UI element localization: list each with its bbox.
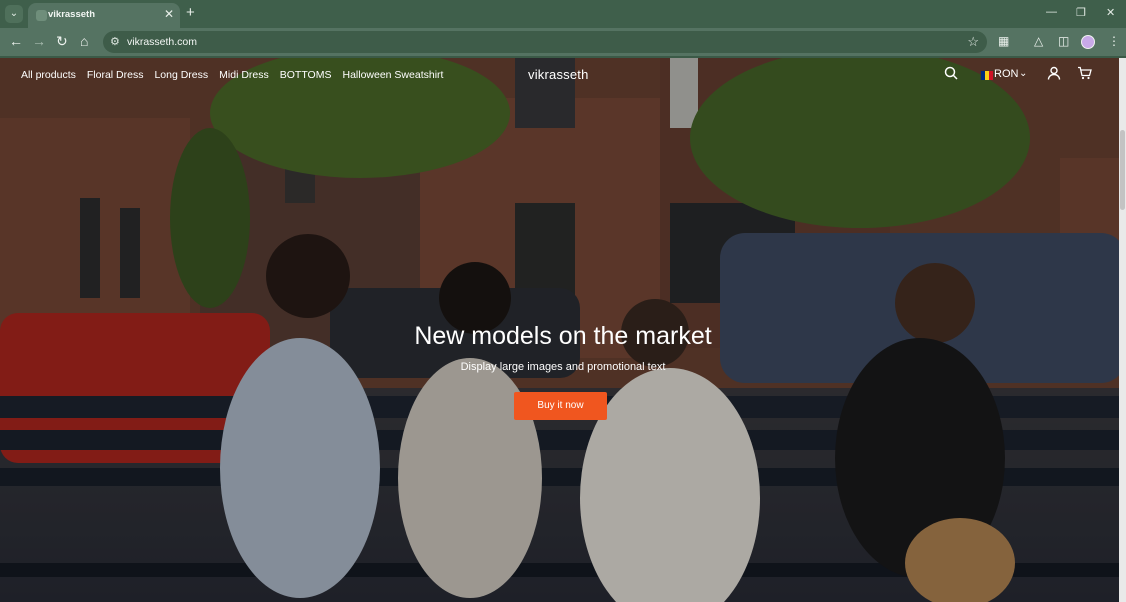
maximize-icon[interactable]: ❐ [1076,6,1086,19]
nav-link-halloween-sweatshirt[interactable]: Halloween Sweatshirt [342,69,443,81]
bookmark-star-icon[interactable]: ☆ [967,34,979,50]
currency-selector[interactable]: RON [994,68,1018,80]
tab-favicon-icon [36,10,47,21]
forward-arrow-icon[interactable]: → [32,33,46,49]
browser-toolbar: ← → ↻ ⌂ ⚙ vikrasseth.com ☆ ▦ △ ◫ ⋮ [0,28,1126,56]
site-info-tune-icon[interactable]: ⚙ [110,35,120,48]
chevron-down-icon[interactable]: ⌄ [1019,68,1027,79]
user-icon[interactable] [1047,66,1061,85]
reload-icon[interactable]: ↻ [56,33,68,49]
tab-search-chevron-down-icon[interactable]: ⌄ [5,5,23,23]
nav-link-midi-dress[interactable]: Midi Dress [219,69,269,81]
hero-banner: All products Floral Dress Long Dress Mid… [0,58,1126,602]
url-text[interactable]: vikrasseth.com [127,36,197,48]
page-scrollbar[interactable] [1119,58,1126,602]
main-navigation: All products Floral Dress Long Dress Mid… [21,69,454,81]
hero-subtitle: Display large images and promotional tex… [460,361,666,373]
search-icon[interactable] [944,66,958,85]
extensions-puzzle-icon[interactable]: ▦ [998,34,1009,48]
home-icon[interactable]: ⌂ [80,33,88,49]
tab-title: vikrasseth [48,9,96,20]
address-bar[interactable]: ⚙ vikrasseth.com ☆ [103,31,987,53]
hero-title: New models on the market [414,322,712,350]
site-logo[interactable]: vikrasseth [528,67,589,82]
minimize-icon[interactable]: — [1046,6,1057,18]
nav-link-floral-dress[interactable]: Floral Dress [87,69,144,81]
browser-tab[interactable]: vikrasseth ✕ [28,3,180,28]
cart-icon[interactable] [1077,66,1092,85]
profile-avatar[interactable] [1081,35,1095,49]
window-close-icon[interactable]: ✕ [1106,6,1115,19]
scrollbar-thumb[interactable] [1120,130,1125,210]
side-panel-icon[interactable]: ◫ [1058,34,1069,48]
nav-link-all-products[interactable]: All products [21,69,76,81]
browser-tab-bar: ⌄ vikrasseth ✕ + — ❐ ✕ [0,0,1126,28]
buy-it-now-button[interactable]: Buy it now [514,392,607,420]
new-tab-plus-icon[interactable]: + [186,4,195,21]
nav-link-long-dress[interactable]: Long Dress [154,69,208,81]
back-arrow-icon[interactable]: ← [9,33,23,49]
nav-link-bottoms[interactable]: BOTTOMS [280,69,332,81]
tab-close-icon[interactable]: ✕ [164,7,174,21]
labs-flask-icon[interactable]: △ [1034,34,1043,48]
kebab-menu-icon[interactable]: ⋮ [1108,34,1120,48]
romania-flag-icon [981,71,993,80]
